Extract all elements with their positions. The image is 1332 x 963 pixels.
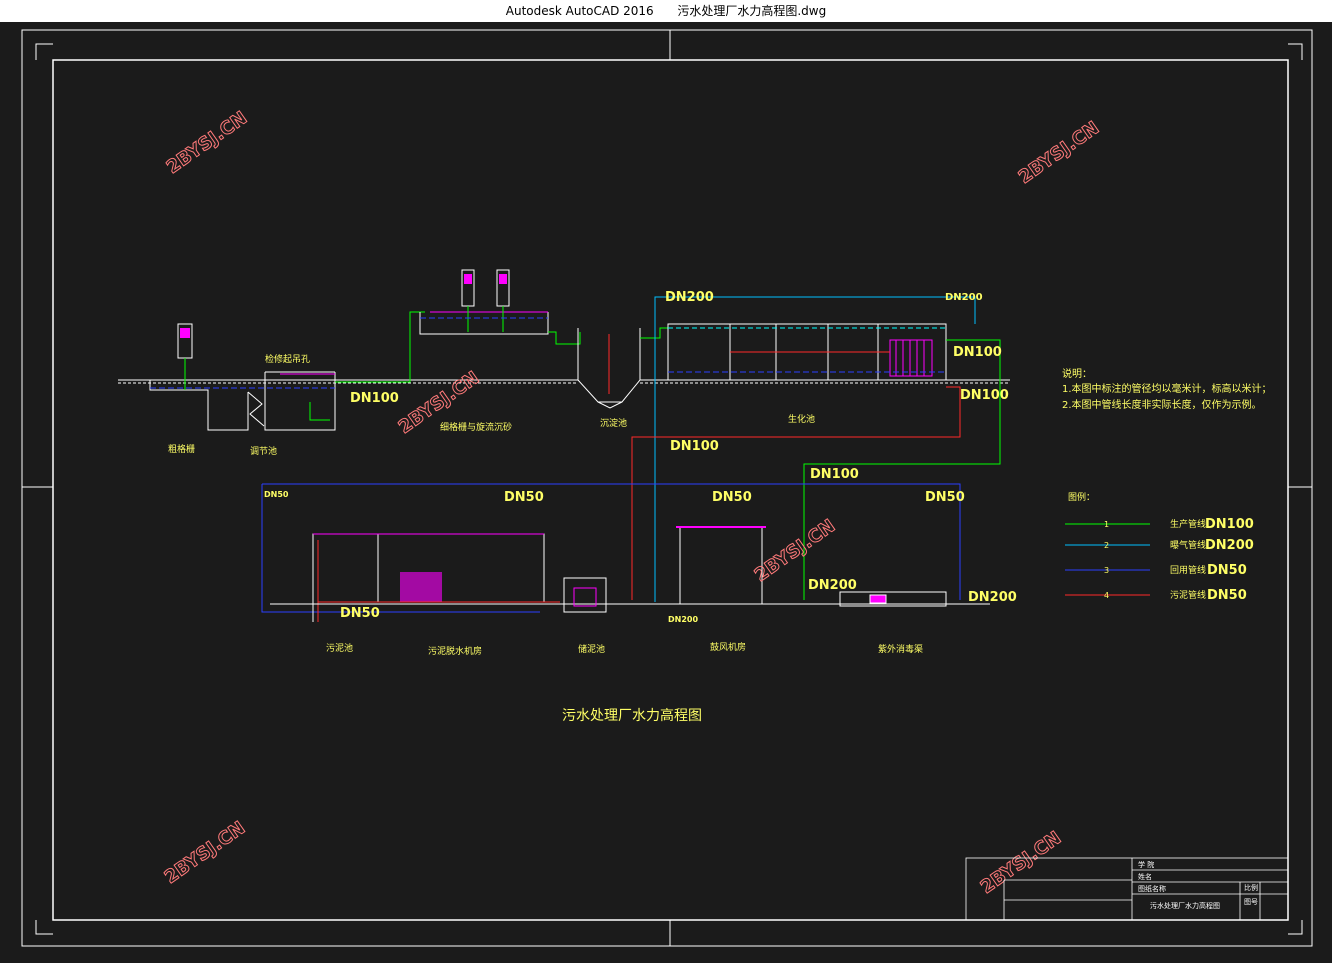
- legend: 图例： 1 生产管线 DN100 2 曝气管线 DN200 3 回用管线 DN5…: [1065, 491, 1254, 603]
- legend-num: 4: [1104, 591, 1109, 600]
- label-biochem-tank: 生化池: [788, 413, 815, 425]
- production-pipe-3: [640, 327, 668, 339]
- legend-dn: DN50: [1207, 563, 1247, 578]
- cad-drawing[interactable]: 粗格栅 调节池 细格栅与旋流沉砂 沉淀池 生化池 检修起吊孔 污泥池 污泥脱水机…: [0, 22, 1332, 959]
- dn-label: DN50: [712, 490, 752, 505]
- dewatering-machine: [400, 572, 442, 602]
- title-block-project: 污水处理厂水力高程图: [1150, 901, 1220, 910]
- dn-label: DN50: [264, 490, 289, 499]
- dn-label: DN200: [968, 590, 1017, 605]
- legend-dn: DN50: [1207, 588, 1247, 603]
- dn-label: DN200: [808, 578, 857, 593]
- watermark: 2BYSJ.CN: [977, 828, 1065, 899]
- note-item: 2.本图中管线长度非实际长度，仅作为示例。: [1062, 398, 1262, 411]
- label-uv: 紫外消毒渠: [878, 643, 923, 655]
- legend-name: 曝气管线: [1170, 539, 1206, 551]
- dn-label: DN100: [670, 439, 719, 454]
- label-regulating-tank: 调节池: [250, 445, 277, 457]
- fine-screen-pumps: [461, 269, 510, 332]
- label-dewatering: 污泥脱水机房: [428, 645, 482, 657]
- legend-name: 污泥管线: [1170, 589, 1206, 601]
- legend-dn: DN100: [1205, 517, 1254, 532]
- dn-label: DN100: [810, 467, 859, 482]
- dn-label: DN100: [960, 388, 1009, 403]
- watermark: 2BYSJ.CN: [161, 818, 249, 889]
- dn-label: DN200: [945, 292, 983, 303]
- drawing-title: 污水处理厂水力高程图: [562, 707, 702, 724]
- dn-label: DN100: [350, 391, 399, 406]
- storage-tank[interactable]: [563, 577, 607, 613]
- legend-name: 生产管线: [1170, 518, 1206, 530]
- window-title-bar: Autodesk AutoCAD 2016 污水处理厂水力高程图.dwg: [0, 0, 1332, 22]
- legend-num: 3: [1104, 566, 1109, 575]
- coarse-screen-structure[interactable]: [149, 371, 336, 431]
- settling-tank[interactable]: [577, 328, 641, 409]
- lift-pipe: [309, 402, 330, 421]
- dn-label: DN200: [665, 290, 714, 305]
- title-block-name: 姓名: [1138, 872, 1152, 881]
- label-coarse-screen: 粗格栅: [168, 443, 195, 455]
- label-overflow: 检修起吊孔: [265, 353, 310, 365]
- label-sludge-tank: 污泥池: [326, 642, 353, 654]
- legend-num: 1: [1104, 520, 1109, 529]
- dn-label: DN50: [925, 490, 965, 505]
- notes-heading: 说明：: [1062, 367, 1092, 380]
- legend-dn: DN200: [1205, 538, 1254, 553]
- drawing-frame: [21, 29, 1313, 947]
- legend-heading: 图例：: [1068, 491, 1095, 503]
- dn-label: DN50: [340, 606, 380, 621]
- label-storage-tank: 储泥池: [578, 643, 605, 655]
- drawing-canvas[interactable]: 粗格栅 调节池 细格栅与旋流沉砂 沉淀池 生化池 检修起吊孔 污泥池 污泥脱水机…: [0, 22, 1332, 959]
- production-pipe-2: [548, 331, 581, 345]
- note-item: 1.本图中标注的管径均以毫米计，标高以米计；: [1062, 382, 1272, 395]
- watermark: 2BYSJ.CN: [1015, 118, 1103, 189]
- dn-label: DN100: [953, 345, 1002, 360]
- label-settling-tank: 沉淀池: [600, 417, 627, 429]
- blower-room[interactable]: [676, 526, 766, 604]
- title-block-school: 学 院: [1138, 860, 1154, 869]
- label-fine-screen: 细格栅与旋流沉砂: [440, 421, 512, 433]
- watermark: 2BYSJ.CN: [163, 108, 251, 179]
- fine-screen-structure[interactable]: [419, 311, 549, 335]
- legend-name: 回用管线: [1170, 564, 1206, 576]
- dn-label: DN50: [504, 490, 544, 505]
- title-block-sheet: 图号: [1244, 898, 1258, 906]
- dn-label: DN200: [668, 615, 698, 624]
- file-title: 污水处理厂水力高程图.dwg: [677, 4, 827, 18]
- app-title: Autodesk AutoCAD 2016: [505, 4, 654, 18]
- membrane-lines: [895, 340, 925, 376]
- title-block-drawing-name: 图纸名称: [1138, 884, 1166, 893]
- production-pipe-1: [335, 311, 425, 383]
- title-block-scale: 比例: [1244, 883, 1258, 892]
- legend-num: 2: [1104, 541, 1109, 550]
- label-blower-room: 鼓风机房: [710, 641, 746, 653]
